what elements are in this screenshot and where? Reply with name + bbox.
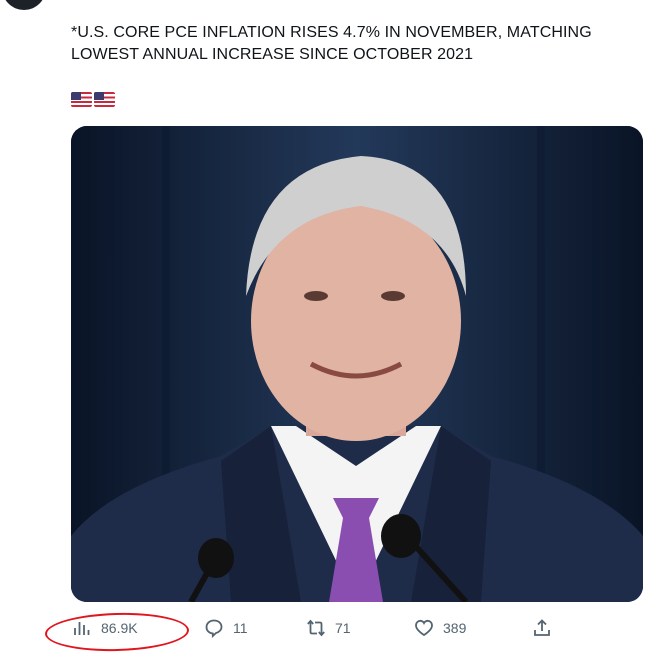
us-flag-icon xyxy=(94,92,115,107)
flag-emojis xyxy=(71,92,115,107)
views-count: 86.9K xyxy=(101,620,138,636)
retweet-count: 71 xyxy=(335,620,351,636)
heart-icon xyxy=(415,619,433,637)
reply-bubble-icon xyxy=(205,619,223,638)
tweet-action-bar: 86.9K 11 71 389 xyxy=(0,610,652,646)
reply-count: 11 xyxy=(233,620,248,636)
tweet-photo[interactable] xyxy=(71,126,643,602)
views-button[interactable]: 86.9K xyxy=(72,610,138,646)
share-upload-icon xyxy=(534,619,550,636)
analytics-bar-icon xyxy=(74,622,90,635)
portrait-image xyxy=(71,126,643,602)
share-button[interactable] xyxy=(532,610,552,646)
retweet-icon xyxy=(307,619,325,637)
avatar[interactable] xyxy=(2,0,46,10)
reply-button[interactable]: 11 xyxy=(204,610,248,646)
like-button[interactable]: 389 xyxy=(414,610,466,646)
us-flag-icon xyxy=(71,92,92,107)
tweet-text: *U.S. CORE PCE INFLATION RISES 4.7% IN N… xyxy=(71,24,592,63)
like-count: 389 xyxy=(443,620,467,636)
retweet-button[interactable]: 71 xyxy=(306,610,351,646)
